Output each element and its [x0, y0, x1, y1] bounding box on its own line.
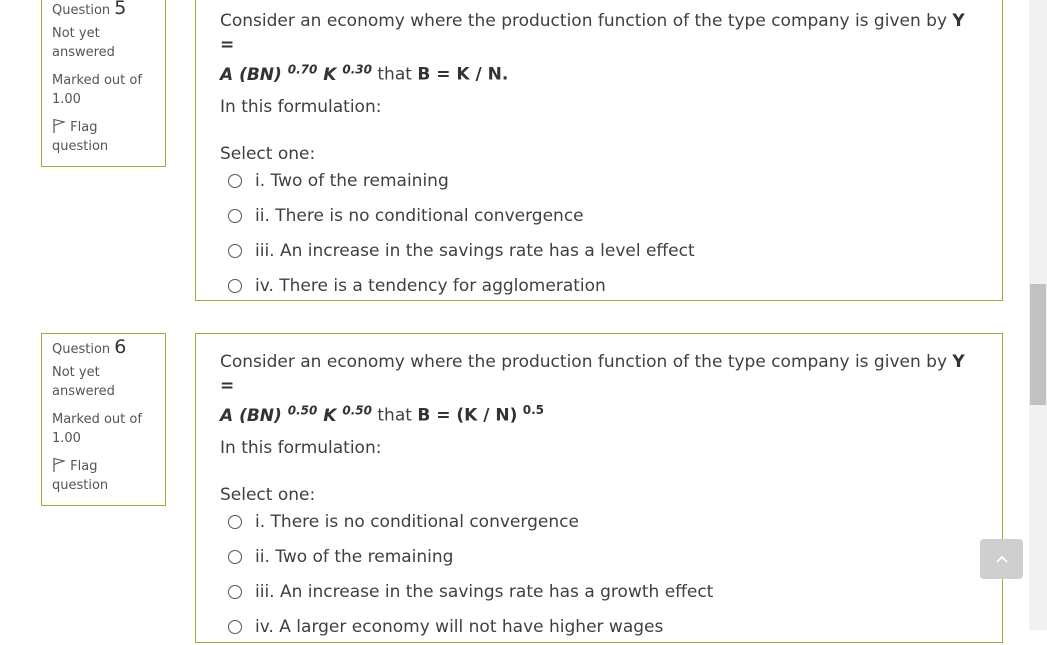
question-text: Consider an economy where the production… — [220, 352, 965, 426]
answer-option-ii[interactable]: ii. There is no conditional convergence — [228, 199, 982, 234]
answer-option-iv[interactable]: iv. There is a tendency for agglomeratio… — [228, 269, 982, 304]
radio-button[interactable] — [228, 279, 242, 294]
select-one-prompt: Select one: — [220, 143, 316, 164]
answer-options: i. Two of the remaining ii. There is no … — [220, 164, 982, 304]
answer-option-i[interactable]: i. There is no conditional convergence — [228, 505, 982, 540]
flag-question-link[interactable]: Flag question — [52, 118, 165, 156]
question-info-5: Question 5 Not yet answered Marked out o… — [41, 0, 166, 167]
flag-question-link[interactable]: Flag question — [52, 457, 165, 495]
flag-icon — [53, 457, 66, 472]
question-state: Not yet answered — [52, 365, 115, 399]
radio-button[interactable] — [228, 515, 242, 530]
question-text: Consider an economy where the production… — [220, 11, 965, 85]
question-state: Not yet answered — [52, 26, 115, 60]
radio-button[interactable] — [228, 585, 242, 600]
answer-option-iv[interactable]: iv. A larger economy will not have highe… — [228, 610, 982, 645]
radio-button[interactable] — [228, 209, 242, 224]
scrollbar-thumb[interactable] — [1030, 284, 1046, 405]
question-grade: Marked out of 1.00 — [52, 412, 142, 446]
radio-button[interactable] — [228, 550, 242, 565]
question-info-6: Question 6 Not yet answered Marked out o… — [41, 333, 166, 506]
chevron-up-icon — [995, 555, 1008, 563]
question-formulation-5: Consider an economy where the production… — [195, 0, 1003, 301]
question-subtext: In this formulation: — [220, 437, 382, 458]
question-grade: Marked out of 1.00 — [52, 73, 142, 107]
answer-option-iii[interactable]: iii. An increase in the savings rate has… — [228, 575, 982, 610]
radio-button[interactable] — [228, 620, 242, 635]
question-number: Question 5 — [52, 0, 127, 19]
answer-options: i. There is no conditional convergence i… — [220, 505, 982, 645]
question-subtext: In this formulation: — [220, 96, 382, 117]
flag-icon — [53, 118, 66, 133]
radio-button[interactable] — [228, 174, 242, 189]
radio-button[interactable] — [228, 244, 242, 259]
back-to-top-button[interactable] — [980, 539, 1023, 579]
answer-option-iii[interactable]: iii. An increase in the savings rate has… — [228, 234, 982, 269]
answer-option-i[interactable]: i. Two of the remaining — [228, 164, 982, 199]
answer-option-ii[interactable]: ii. Two of the remaining — [228, 540, 982, 575]
question-formulation-6: Consider an economy where the production… — [195, 333, 1003, 643]
select-one-prompt: Select one: — [220, 484, 316, 505]
scrollbar-track[interactable] — [1029, 0, 1047, 630]
question-number: Question 6 — [52, 336, 127, 358]
